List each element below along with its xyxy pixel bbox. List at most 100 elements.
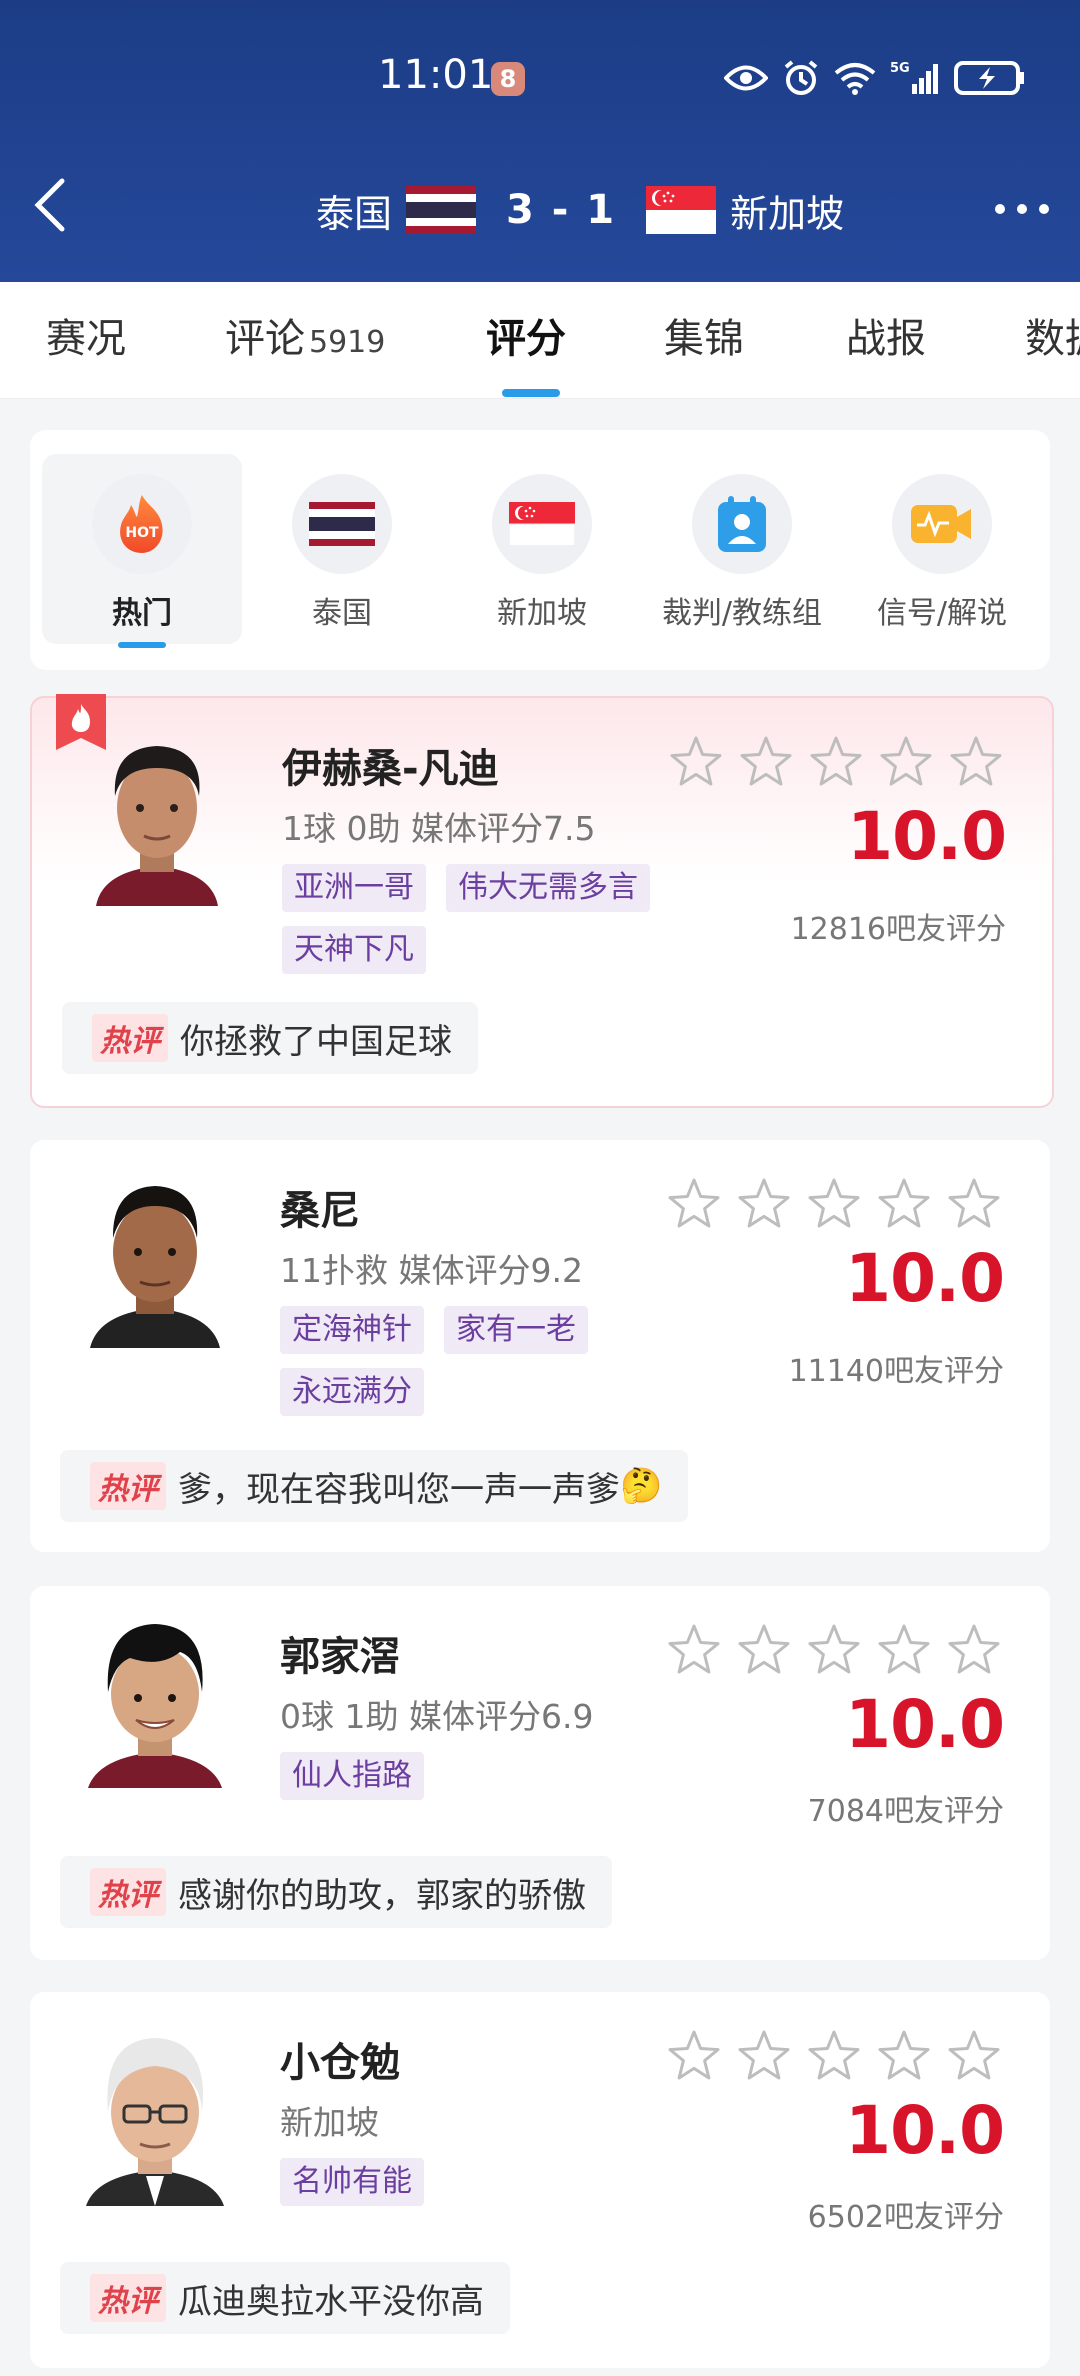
star-icon[interactable] bbox=[736, 2028, 792, 2084]
player-stats: 0球 1助 媒体评分6.9 bbox=[280, 1697, 594, 1736]
tab-highlights[interactable]: 集锦 bbox=[664, 306, 744, 364]
tab-label: 评论 bbox=[225, 316, 305, 362]
star-icon[interactable] bbox=[878, 734, 934, 790]
thinking-emoji-icon: 🤔 bbox=[620, 1466, 663, 1506]
thailand-flag-icon bbox=[309, 502, 375, 546]
filter-icon-wrap bbox=[292, 474, 392, 574]
player-tag[interactable]: 亚洲一哥 bbox=[282, 864, 426, 912]
filter-broadcast[interactable]: 信号/解说 bbox=[842, 454, 1042, 644]
tab-ratings[interactable]: 评分 bbox=[486, 306, 566, 364]
tab-label: 数据 bbox=[1025, 316, 1080, 362]
star-icon[interactable] bbox=[736, 1176, 792, 1232]
referee-icon bbox=[718, 496, 766, 552]
player-rating-score: 10.0 bbox=[845, 1240, 1005, 1317]
more-dots-icon bbox=[995, 204, 1049, 214]
player-tag[interactable]: 永远满分 bbox=[280, 1368, 424, 1416]
hot-comment-text: 爹，现在容我叫您一声一声爹 bbox=[178, 1469, 620, 1510]
player-tag[interactable]: 家有一老 bbox=[444, 1306, 588, 1354]
filter-hot[interactable]: HOT 热门 bbox=[42, 454, 242, 648]
player-tag[interactable]: 名帅有能 bbox=[280, 2158, 424, 2206]
coach-rating-score: 10.0 bbox=[845, 2092, 1005, 2169]
player-stats: 11扑救 媒体评分9.2 bbox=[280, 1251, 583, 1290]
tab-data[interactable]: 数据 bbox=[1025, 306, 1080, 364]
star-icon[interactable] bbox=[946, 1622, 1002, 1678]
filter-singapore[interactable]: 新加坡 bbox=[442, 454, 642, 644]
star-icon[interactable] bbox=[876, 2028, 932, 2084]
player-tag[interactable]: 天神下凡 bbox=[282, 926, 426, 974]
star-icon[interactable] bbox=[736, 1622, 792, 1678]
player-rating-score: 10.0 bbox=[847, 798, 1007, 875]
player-rating-card[interactable]: 桑尼 11扑救 媒体评分9.2 定海神针 家有一老 永远满分 10.0 1114… bbox=[30, 1140, 1050, 1552]
wifi-icon bbox=[834, 61, 876, 95]
broadcast-icon bbox=[911, 505, 971, 543]
rating-count: 11140吧友评分 bbox=[788, 1354, 1004, 1389]
rating-count: 6502吧友评分 bbox=[807, 2200, 1004, 2235]
filter-icon-wrap bbox=[692, 474, 792, 574]
star-icon[interactable] bbox=[666, 2028, 722, 2084]
star-icon[interactable] bbox=[876, 1622, 932, 1678]
player-rating-card[interactable]: 郭家滘 0球 1助 媒体评分6.9 仙人指路 10.0 7084吧友评分 热评 … bbox=[30, 1586, 1050, 1960]
singapore-flag-icon bbox=[509, 502, 575, 546]
star-icon[interactable] bbox=[738, 734, 794, 790]
star-icon[interactable] bbox=[806, 1622, 862, 1678]
status-time: 11:01 bbox=[378, 52, 494, 98]
star-icon[interactable] bbox=[876, 1176, 932, 1232]
hot-comment[interactable]: 热评 爹，现在容我叫您一声一声爹 🤔 bbox=[60, 1450, 689, 1522]
star-icon[interactable] bbox=[808, 734, 864, 790]
hot-comment[interactable]: 热评 你拯救了中国足球 bbox=[62, 1002, 478, 1074]
home-team-name: 泰国 bbox=[316, 191, 393, 236]
filter-active-indicator bbox=[118, 642, 166, 648]
filter-label: 裁判/教练组 bbox=[661, 596, 823, 631]
player-tags: 定海神针 家有一老 永远满分 bbox=[280, 1306, 730, 1416]
player-tag[interactable]: 定海神针 bbox=[280, 1306, 424, 1354]
player-rating-card[interactable]: 伊赫桑-凡迪 1球 0助 媒体评分7.5 亚洲一哥 伟大无需多言 天神下凡 10… bbox=[30, 694, 1054, 1108]
match-score: 3 - 1 bbox=[506, 187, 617, 233]
status-icons: 5G bbox=[724, 50, 1026, 106]
hot-comment-label: 热评 bbox=[90, 1462, 166, 1510]
player-avatar bbox=[82, 726, 232, 906]
back-button[interactable] bbox=[30, 175, 80, 245]
player-tags: 亚洲一哥 伟大无需多言 天神下凡 bbox=[282, 864, 732, 974]
hot-comment[interactable]: 热评 瓜迪奥拉水平没你高 bbox=[60, 2262, 510, 2334]
filter-label: 新加坡 bbox=[497, 596, 587, 631]
star-rating-input[interactable] bbox=[666, 1622, 1002, 1678]
star-icon[interactable] bbox=[946, 2028, 1002, 2084]
star-rating-input[interactable] bbox=[666, 1176, 1002, 1232]
hot-comment-text: 感谢你的助攻，郭家的骄傲 bbox=[178, 1875, 586, 1916]
star-icon[interactable] bbox=[806, 2028, 862, 2084]
hot-comment[interactable]: 热评 感谢你的助攻，郭家的骄傲 bbox=[60, 1856, 612, 1928]
tab-label: 赛况 bbox=[46, 316, 126, 362]
tab-comments[interactable]: 评论 5919 bbox=[225, 306, 385, 364]
player-rating-card[interactable]: 小仓勉 新加坡 名帅有能 10.0 6502吧友评分 热评 瓜迪奥拉水平没你高 bbox=[30, 1992, 1050, 2368]
signal-5g-icon: 5G bbox=[890, 60, 940, 96]
filter-thailand[interactable]: 泰国 bbox=[242, 454, 442, 644]
tab-label: 战报 bbox=[846, 316, 926, 362]
hot-comment-label: 热评 bbox=[90, 2274, 166, 2322]
more-button[interactable] bbox=[990, 186, 1054, 232]
star-icon[interactable] bbox=[806, 1176, 862, 1232]
rating-filter-bar: HOT 热门 泰国 新加坡 裁判/教练组 信号/解说 bbox=[30, 430, 1050, 670]
player-avatar bbox=[80, 1608, 230, 1788]
filter-icon-wrap bbox=[892, 474, 992, 574]
star-icon[interactable] bbox=[948, 734, 1004, 790]
star-rating-input[interactable] bbox=[666, 2028, 1002, 2084]
player-avatar bbox=[80, 1168, 230, 1348]
player-tags: 名帅有能 bbox=[280, 2158, 730, 2206]
eye-icon bbox=[724, 63, 768, 93]
filter-label: 泰国 bbox=[312, 596, 372, 631]
tab-match-status[interactable]: 赛况 bbox=[46, 306, 126, 364]
player-tag[interactable]: 伟大无需多言 bbox=[446, 864, 650, 912]
player-tag[interactable]: 仙人指路 bbox=[280, 1752, 424, 1800]
player-stats: 1球 0助 媒体评分7.5 bbox=[282, 809, 596, 848]
tab-report[interactable]: 战报 bbox=[846, 306, 926, 364]
active-tab-indicator bbox=[502, 389, 560, 397]
star-icon[interactable] bbox=[668, 734, 724, 790]
hot-icon: HOT bbox=[120, 495, 163, 553]
notification-badge: 8 bbox=[491, 62, 525, 96]
star-icon[interactable] bbox=[666, 1622, 722, 1678]
rating-count: 7084吧友评分 bbox=[807, 1794, 1004, 1829]
star-rating-input[interactable] bbox=[668, 734, 1004, 790]
star-icon[interactable] bbox=[666, 1176, 722, 1232]
filter-referee-coach[interactable]: 裁判/教练组 bbox=[642, 454, 842, 644]
star-icon[interactable] bbox=[946, 1176, 1002, 1232]
